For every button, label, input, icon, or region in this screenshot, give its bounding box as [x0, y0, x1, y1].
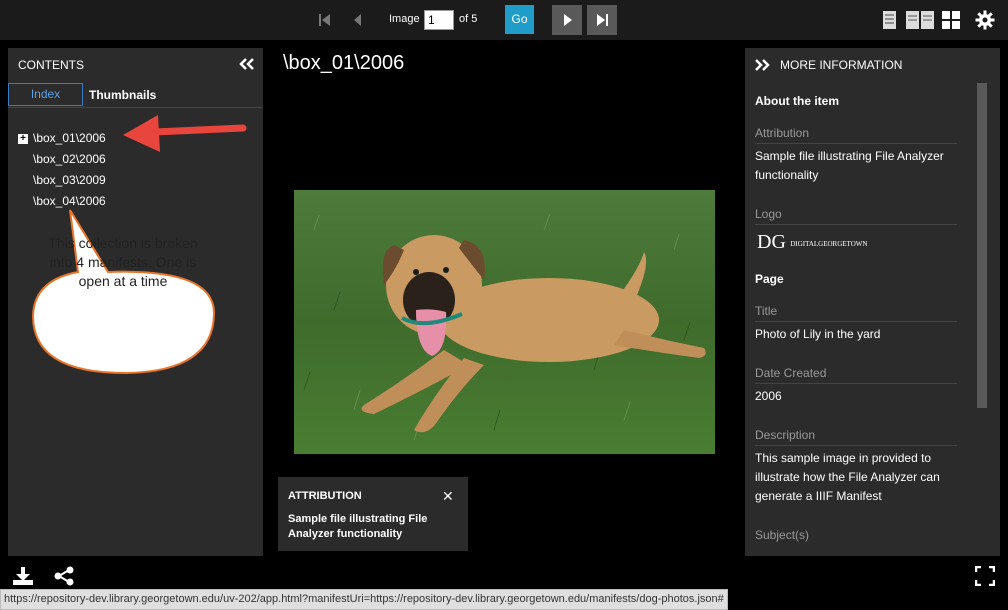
image-number-input[interactable]	[424, 10, 454, 30]
scrollbar[interactable]	[977, 83, 987, 408]
title-value: Photo of Lily in the yard	[755, 327, 881, 341]
fullscreen-icon[interactable]	[975, 566, 995, 586]
status-bar-url: https://repository-dev.library.georgetow…	[0, 589, 728, 610]
annotation-overlay	[31, 115, 247, 375]
two-up-view-icon[interactable]	[906, 11, 934, 29]
one-up-view-icon[interactable]	[883, 11, 896, 29]
about-item-heading: About the item	[755, 94, 839, 108]
first-page-icon[interactable]	[315, 10, 335, 30]
viewer-title: \box_01\2006	[283, 52, 405, 74]
last-page-icon	[597, 14, 608, 26]
subjects-label: Subject(s)	[755, 528, 810, 542]
digital-georgetown-logo: DG DIGITALGEORGETOWN	[757, 231, 868, 253]
description-value: This sample image in provided to illustr…	[755, 451, 940, 503]
attribution-value: Sample file illustrating File Analyzer f…	[755, 149, 944, 182]
go-button[interactable]: Go	[505, 5, 534, 34]
attribution-text: Sample file illustrating File Analyzer f…	[288, 513, 428, 540]
last-page-button[interactable]	[587, 5, 617, 35]
next-page-button[interactable]	[552, 5, 582, 35]
date-created-label: Date Created	[755, 366, 957, 384]
date-created-value: 2006	[755, 389, 782, 403]
settings-gear-icon[interactable]	[975, 10, 995, 30]
image-label: Image	[389, 13, 420, 25]
title-label: Title	[755, 304, 957, 322]
next-page-icon	[564, 14, 572, 26]
red-arrow-icon	[123, 115, 247, 152]
more-information-title: MORE INFORMATION	[780, 58, 903, 72]
attribution-heading: ATTRIBUTION	[288, 490, 362, 502]
share-icon[interactable]	[53, 566, 75, 586]
previous-page-icon[interactable]	[348, 10, 368, 30]
description-label: Description	[755, 428, 957, 446]
close-icon[interactable]: ✕	[442, 488, 454, 505]
attribution-popup: ATTRIBUTION ✕ Sample file illustrating F…	[278, 477, 468, 551]
annotation-text: This collection is broken into 4 manifes…	[48, 235, 198, 289]
image-count-label: of 5	[459, 13, 478, 25]
attribution-label: Attribution	[755, 126, 957, 144]
logo-label: Logo	[755, 207, 957, 225]
more-information-panel: MORE INFORMATION About the item Attribut…	[745, 48, 1000, 556]
page-heading: Page	[755, 272, 784, 286]
download-icon[interactable]	[12, 566, 34, 586]
dog-photo-image[interactable]	[294, 190, 715, 454]
gallery-view-icon[interactable]	[942, 11, 960, 29]
collapse-right-icon[interactable]	[753, 58, 771, 72]
